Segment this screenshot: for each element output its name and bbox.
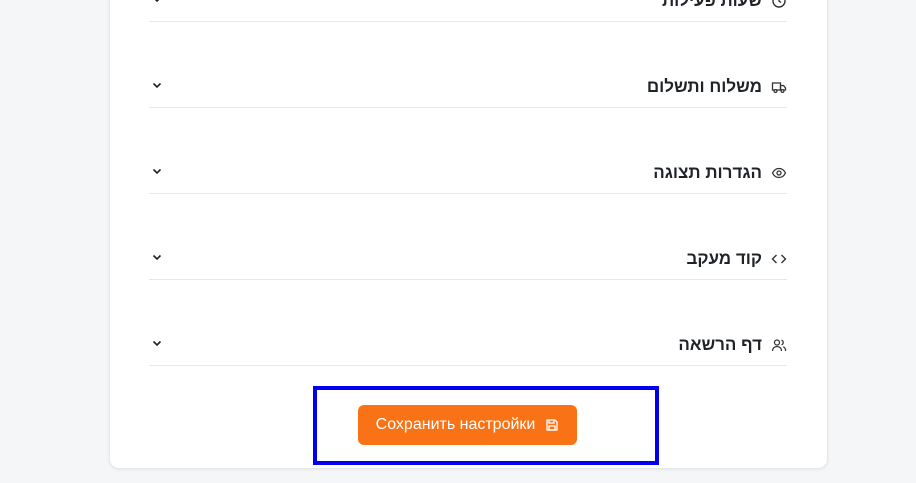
- users-icon: [771, 337, 787, 353]
- chevron-down-icon[interactable]: [151, 79, 163, 91]
- section-title: קוד מעקב: [686, 249, 762, 268]
- eye-icon: [771, 165, 787, 181]
- chevron-down-icon[interactable]: [151, 165, 163, 177]
- chevron-down-icon[interactable]: [151, 337, 163, 349]
- section-display-settings[interactable]: הגדרות תצוגה: [149, 153, 787, 194]
- save-button-label: Сохранить настройки: [375, 416, 536, 433]
- section-business-hours[interactable]: שעות פעילות: [149, 0, 787, 22]
- code-icon: [771, 251, 787, 267]
- save-settings-button[interactable]: Сохранить настройки: [358, 405, 577, 445]
- chevron-down-icon[interactable]: [151, 251, 163, 263]
- section-tracking-code[interactable]: קוד מעקב: [149, 239, 787, 280]
- section-permission-page[interactable]: דף הרשאה: [149, 325, 787, 366]
- truck-icon: [771, 79, 787, 95]
- section-title: הגדרות תצוגה: [653, 163, 762, 182]
- save-icon: [545, 418, 559, 432]
- section-title: שעות פעילות: [661, 0, 762, 10]
- section-shipping-payment[interactable]: משלוח ותשלום: [149, 67, 787, 108]
- clock-icon: [771, 0, 787, 9]
- section-title: משלוח ותשלום: [646, 77, 762, 96]
- section-title: דף הרשאה: [678, 335, 762, 354]
- chevron-down-icon[interactable]: [151, 0, 163, 5]
